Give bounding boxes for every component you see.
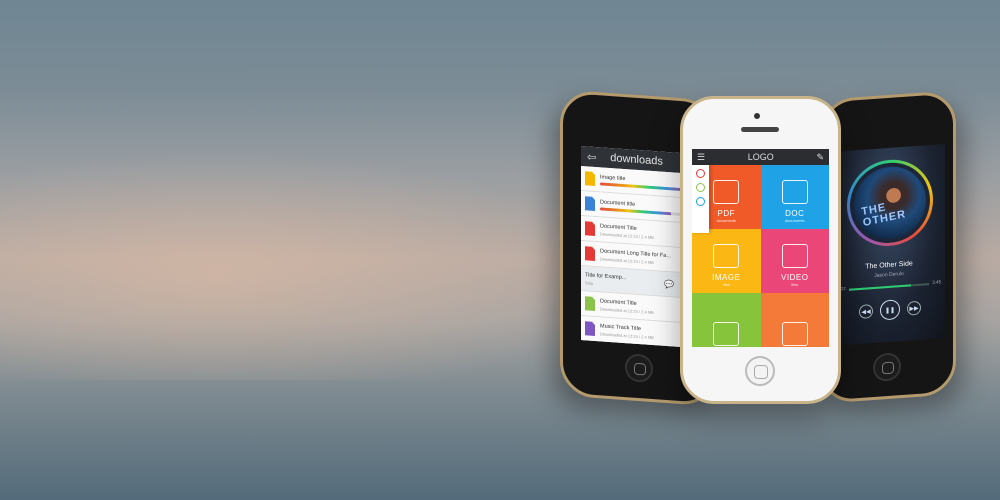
- globe-icon[interactable]: [696, 183, 705, 192]
- category-tile[interactable]: IMAGE files: [692, 229, 761, 293]
- file-icon: [585, 296, 595, 311]
- downloads-title: downloads: [610, 152, 663, 168]
- chat-icon[interactable]: 💬: [663, 278, 675, 291]
- file-type-icon: [781, 244, 808, 268]
- home-button[interactable]: [873, 352, 901, 383]
- settings-icon[interactable]: [696, 169, 705, 178]
- tile-subtitle: files: [722, 282, 730, 287]
- file-type-icon: [713, 244, 740, 268]
- home-button[interactable]: [625, 353, 653, 384]
- album-art: THE OTHER: [854, 164, 926, 242]
- file-type-icon: [713, 322, 740, 346]
- prev-icon[interactable]: ◀◀: [859, 304, 873, 320]
- file-type-icon: [713, 180, 740, 204]
- app-bar: ☰ LOGO ✎: [692, 149, 829, 165]
- file-icon: [585, 171, 595, 186]
- file-icon: [585, 196, 595, 211]
- background-haze: [0, 150, 620, 380]
- category-tile[interactable]: [760, 293, 829, 347]
- progress-bar[interactable]: [849, 283, 929, 291]
- player-screen: THE OTHER The Other Side Jason Derulo 1:…: [833, 144, 945, 346]
- category-grid: PDF documents DOC documents IMAGE files VIDEO f…: [692, 165, 829, 347]
- category-tile[interactable]: [692, 293, 761, 347]
- time-total: 3:45: [932, 279, 941, 285]
- file-type-icon: [781, 180, 808, 204]
- next-icon[interactable]: ▶▶: [907, 300, 921, 316]
- app-logo: LOGO: [747, 152, 774, 162]
- file-icon: [585, 221, 595, 236]
- progress-fill: [849, 284, 912, 291]
- tile-title: DOC: [785, 209, 805, 218]
- edit-icon[interactable]: ✎: [816, 152, 824, 163]
- home-button[interactable]: [745, 356, 775, 386]
- file-icon: [585, 246, 595, 261]
- file-icon: [585, 321, 595, 336]
- file-browser-screen: ☰ LOGO ✎ PDF documents DOC documents IMAGE fi…: [692, 149, 829, 347]
- tile-title: PDF: [717, 209, 735, 218]
- pause-icon[interactable]: ❚❚: [880, 299, 900, 321]
- category-tile[interactable]: VIDEO files: [760, 229, 829, 293]
- download-icon[interactable]: [696, 197, 705, 206]
- camera-icon: [754, 113, 760, 119]
- file-type-icon: [781, 322, 808, 346]
- album-art-text: THE OTHER: [860, 201, 907, 230]
- phone-file-browser: ☰ LOGO ✎ PDF documents DOC documents IMAGE fi…: [680, 96, 841, 404]
- tile-title: IMAGE: [712, 273, 741, 282]
- tile-title: VIDEO: [781, 273, 809, 282]
- tile-subtitle: documents: [784, 218, 805, 223]
- album-art-ring: THE OTHER: [847, 156, 933, 249]
- menu-icon[interactable]: ☰: [697, 152, 705, 163]
- side-menu: [692, 165, 709, 233]
- category-tile[interactable]: DOC documents: [760, 165, 829, 229]
- back-arrow-icon[interactable]: ⇦: [587, 150, 596, 164]
- speaker-grille: [741, 127, 779, 132]
- tile-subtitle: files: [791, 282, 799, 287]
- tile-subtitle: documents: [716, 218, 737, 223]
- download-info: Title for Examp... Stop: [585, 272, 658, 290]
